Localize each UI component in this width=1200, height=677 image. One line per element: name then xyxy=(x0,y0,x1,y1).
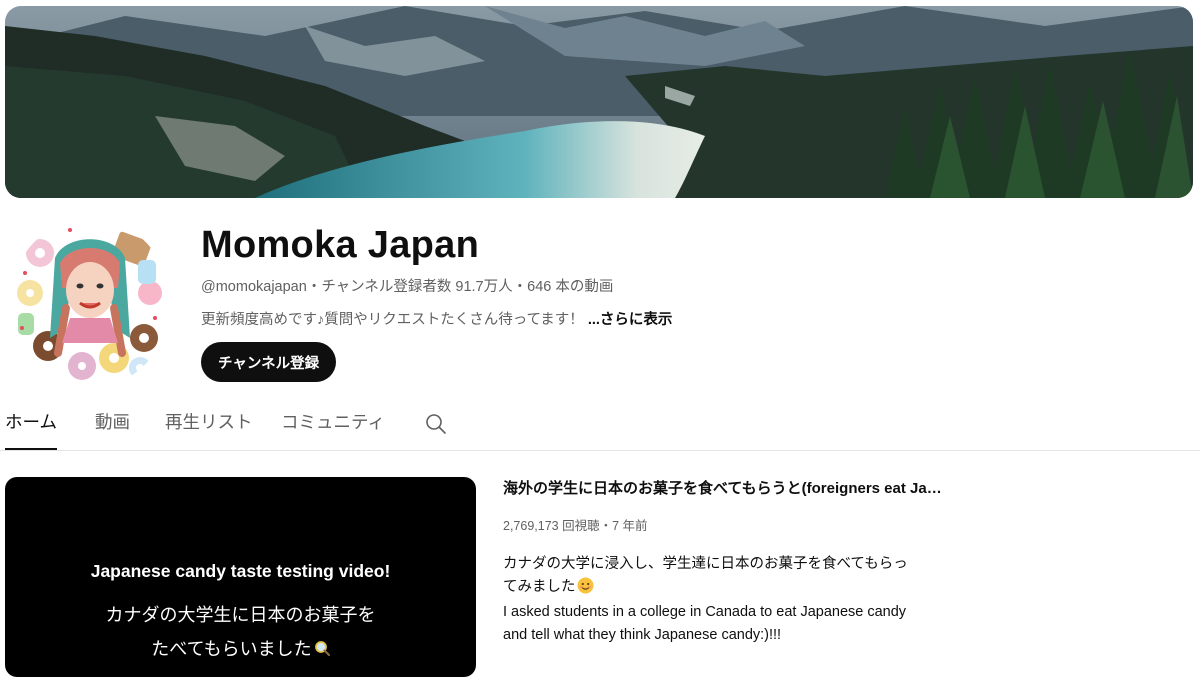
tab-playlists[interactable]: 再生リスト xyxy=(165,410,253,448)
featured-video-meta: 2,769,173 回視聴・7 年前 xyxy=(503,517,648,535)
search-icon[interactable] xyxy=(424,412,448,441)
channel-meta: @momokajapan・チャンネル登録者数 91.7万人・646 本の動画 xyxy=(201,277,613,297)
channel-banner xyxy=(5,6,1193,198)
channel-tabs: ホーム 動画 再生リスト コミュニティ xyxy=(0,400,1200,451)
featured-video-title[interactable]: 海外の学生に日本のお菓子を食べてもらうと(foreigners eat Japa… xyxy=(503,479,948,499)
thumbnail-caption-japanese-2-text: たべてもらいました xyxy=(151,639,312,659)
view-count: 2,769,173 回視聴 xyxy=(503,519,600,533)
thumbnail-caption-japanese-2: たべてもらいました xyxy=(5,635,476,661)
description-line: カナダの大学に浸入し、学生達に日本のお菓子を食べてもらっ xyxy=(503,556,908,572)
description-line-text: てみました xyxy=(503,578,576,595)
description-line: and tell what they think Japanese candy:… xyxy=(503,626,782,643)
channel-name: Momoka Japan xyxy=(201,224,480,266)
channel-avatar[interactable] xyxy=(10,218,170,388)
channel-description[interactable]: 更新頻度高めです♪質問やリクエストたくさん待ってます！ ...さらに表示 xyxy=(201,310,672,330)
description-text: 更新頻度高めです♪質問やリクエストたくさん待ってます！ xyxy=(201,312,584,328)
avatar-illustration xyxy=(10,218,170,388)
upload-age: 7 年前 xyxy=(612,519,648,533)
thumbnail-caption-japanese: カナダの大学生に日本のお菓子を xyxy=(105,605,376,625)
show-more-link[interactable]: ...さらに表示 xyxy=(588,312,673,328)
magnifier-emoji-icon xyxy=(314,640,330,661)
subscriber-count: チャンネル登録者数 91.7万人 xyxy=(321,279,513,295)
subscribe-button[interactable]: チャンネル登録 xyxy=(201,342,337,382)
tab-home[interactable]: ホーム xyxy=(5,410,57,450)
meta-separator: ・ xyxy=(512,279,528,295)
tab-videos[interactable]: 動画 xyxy=(95,410,130,448)
banner-image xyxy=(5,6,1193,198)
featured-video-thumbnail[interactable]: Japanese candy taste testing video! カナダの… xyxy=(5,477,476,677)
meta-separator: ・ xyxy=(306,279,322,295)
smiling-face-emoji-icon xyxy=(577,577,594,602)
thumbnail-caption-english: Japanese candy taste testing video! xyxy=(90,561,391,581)
video-count: 646 本の動画 xyxy=(527,279,614,295)
description-line: I asked students in a college in Canada … xyxy=(503,604,907,620)
featured-video-description: カナダの大学に浸入し、学生達に日本のお菓子を食べてもらっ てみました I ask… xyxy=(503,553,953,646)
tab-community[interactable]: コミュニティ xyxy=(281,410,385,448)
channel-handle: @momokajapan xyxy=(201,279,307,295)
description-line-with-emoji: てみました xyxy=(503,576,953,602)
meta-separator: ・ xyxy=(599,519,613,533)
